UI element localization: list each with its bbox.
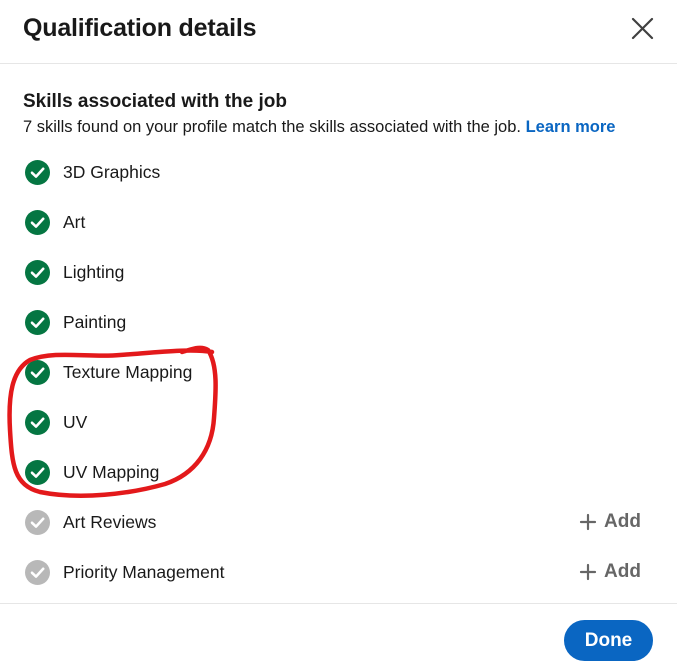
skill-row: Art Reviews Add [0,497,677,547]
skill-label: Lighting [63,262,125,282]
plus-icon [578,512,598,532]
unmatched-check-icon [25,560,50,585]
skill-row: Art [0,197,677,247]
skill-row: 3D Graphics [0,147,677,197]
dialog-title: Qualification details [23,14,257,42]
skill-row: Texture Mapping [0,347,677,397]
close-button[interactable] [625,11,661,47]
close-icon [631,17,654,40]
matched-check-icon [25,210,50,235]
dialog-header: Qualification details [0,0,677,64]
matched-check-icon [25,410,50,435]
skill-label: Art [63,212,86,232]
unmatched-check-icon [25,510,50,535]
done-button[interactable]: Done [564,620,653,661]
section-subtitle: 7 skills found on your profile match the… [23,116,615,138]
add-label: Add [604,561,641,582]
skill-label: UV [63,412,88,432]
add-skill-button[interactable]: Add [578,508,641,536]
match-summary: 7 skills found on your profile match the… [23,118,521,136]
section-title: Skills associated with the job [23,91,287,112]
skill-label: Priority Management [63,562,225,582]
matched-check-icon [25,160,50,185]
matched-check-icon [25,360,50,385]
skill-row: Lighting [0,247,677,297]
skill-row: Priority Management Add [0,547,677,597]
skill-row: Painting [0,297,677,347]
skill-label: 3D Graphics [63,162,161,182]
learn-more-link[interactable]: Learn more [526,118,616,136]
skill-label: Art Reviews [63,512,157,532]
add-label: Add [604,511,641,532]
dialog-footer: Done [0,603,677,670]
skill-label: UV Mapping [63,462,160,482]
skill-label: Painting [63,312,127,332]
matched-check-icon [25,310,50,335]
matched-check-icon [25,260,50,285]
add-skill-button[interactable]: Add [578,558,641,586]
skill-row: UV [0,397,677,447]
skill-row: UV Mapping [0,447,677,497]
skill-label: Texture Mapping [63,362,193,382]
plus-icon [578,562,598,582]
matched-check-icon [25,460,50,485]
